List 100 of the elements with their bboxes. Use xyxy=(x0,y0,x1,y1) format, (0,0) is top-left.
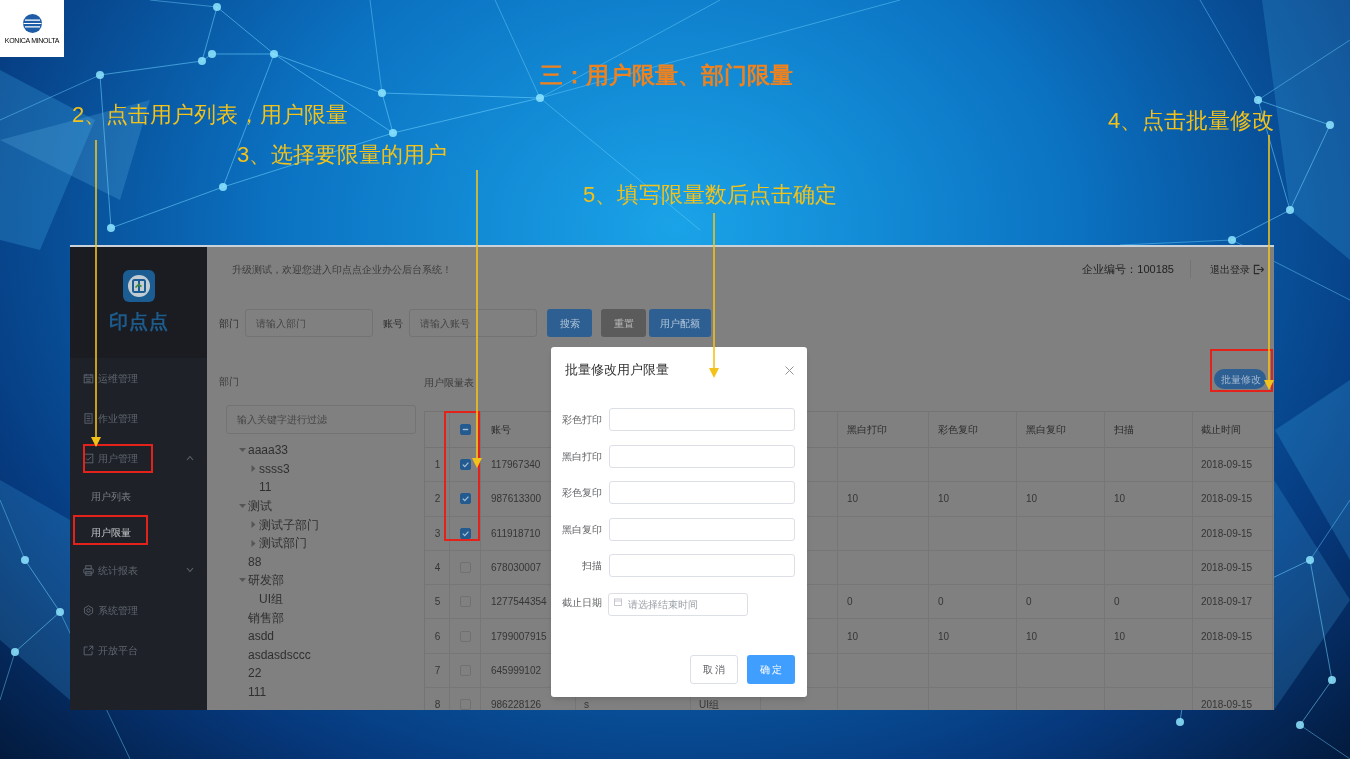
network-node-dot xyxy=(219,183,227,191)
tree-node[interactable]: 销售部 xyxy=(248,610,284,625)
table-cell-text: 645999102 xyxy=(491,663,542,678)
caret-icon[interactable] xyxy=(249,539,257,547)
tree-node[interactable]: 22 xyxy=(248,666,262,681)
network-node-dot xyxy=(208,50,216,58)
tree-node[interactable]: 测试子部门 xyxy=(259,517,319,532)
field-label: 扫描 xyxy=(581,559,602,573)
menu-item[interactable]: 系统管理 xyxy=(70,590,207,630)
field-label: 彩色打印 xyxy=(562,413,602,427)
text-input[interactable] xyxy=(609,554,795,577)
caret-icon[interactable] xyxy=(238,446,246,454)
field-label: 黑白复印 xyxy=(562,522,602,537)
date-field[interactable]: 请选择结束时间 xyxy=(608,592,748,616)
row-number: 8 xyxy=(434,698,441,710)
menu-item[interactable]: 作业管理 xyxy=(70,398,207,438)
cancel-button[interactable]: 取 消 xyxy=(690,655,738,684)
table-cell-text: 10 xyxy=(847,629,859,644)
row-number: 4 xyxy=(434,561,441,576)
row-number: 6 xyxy=(434,629,441,644)
menu-item[interactable]: 运维管理 xyxy=(70,358,207,398)
tree-node[interactable]: aaaa33 xyxy=(248,443,289,458)
table-cell-text: 2018-09-15 xyxy=(1201,492,1253,507)
table-cell-text: 1277544354 xyxy=(491,595,547,610)
confirm-button[interactable]: 确 定 xyxy=(747,655,795,684)
step-annotation: 2、点击用户列表，用户限量 xyxy=(72,101,349,129)
toolbar-button[interactable]: 用户配额 xyxy=(649,309,711,337)
tree-node[interactable]: UI组 xyxy=(259,592,283,607)
toolbar-button[interactable]: 搜索 xyxy=(547,309,592,337)
tree-node[interactable]: 测试部门 xyxy=(259,536,307,551)
chevron-icon xyxy=(186,567,194,573)
step-annotation: 5、填写限量数后点击确定 xyxy=(583,181,838,209)
table-cell-text: 10 xyxy=(1114,492,1126,507)
table-cell-text: 10 xyxy=(847,492,859,507)
network-node-dot xyxy=(1328,676,1336,684)
tree-node[interactable]: 11 xyxy=(259,480,272,495)
checkbox[interactable] xyxy=(460,424,471,435)
caret-icon[interactable] xyxy=(238,576,246,584)
table-cell-text: 2018-09-15 xyxy=(1201,561,1253,576)
caret-icon[interactable] xyxy=(249,465,257,473)
batch-edit-button[interactable]: 批量修改 xyxy=(1214,369,1266,389)
square-arrow-icon xyxy=(83,644,94,656)
checkbox[interactable] xyxy=(460,699,471,710)
calendar-icon xyxy=(83,372,94,384)
table-cell-text: 0 xyxy=(1114,595,1120,610)
table-cell-text: 0 xyxy=(1026,595,1032,610)
chevron-icon xyxy=(186,455,194,461)
network-node-dot xyxy=(1306,556,1314,564)
network-node-dot xyxy=(56,608,64,616)
menu-item[interactable]: 统计报表 xyxy=(70,550,207,590)
checkbox[interactable] xyxy=(460,493,471,505)
submenu-item[interactable]: 用户列表 xyxy=(70,478,207,514)
tree-node[interactable]: asdasdsccc xyxy=(248,647,311,662)
tree-node[interactable]: 88 xyxy=(248,554,262,569)
caret-icon[interactable] xyxy=(238,502,246,510)
column-header: 黑白复印 xyxy=(1026,423,1066,437)
logout-icon xyxy=(1253,263,1264,275)
row-number: 5 xyxy=(434,595,441,610)
table-cell-text: 611918710 xyxy=(491,526,541,541)
menu-item[interactable]: 用户管理 xyxy=(70,438,207,478)
table-cell-text: 10 xyxy=(1026,629,1038,644)
tree-node[interactable]: 测试 xyxy=(248,499,272,514)
toolbar-button[interactable]: 重置 xyxy=(601,309,646,337)
table-cell-text: 2018-09-15 xyxy=(1201,629,1253,644)
network-node-dot xyxy=(1326,121,1334,129)
table-cell-text: 2018-09-15 xyxy=(1201,698,1253,710)
tree-node[interactable]: 111 xyxy=(248,685,267,699)
globe-logo-icon xyxy=(22,14,42,33)
menu-item[interactable]: 开放平台 xyxy=(70,630,207,670)
table-cell-text: s xyxy=(584,698,589,710)
table-cell-text: 10 xyxy=(1114,629,1126,644)
text-input[interactable] xyxy=(609,517,795,541)
network-node-dot xyxy=(213,3,221,11)
field-label: 截止日期 xyxy=(562,595,602,610)
tree-node[interactable]: ssss3 xyxy=(259,461,290,476)
caret-icon[interactable] xyxy=(249,521,257,529)
text-input[interactable] xyxy=(609,408,795,431)
network-node-dot xyxy=(1254,96,1262,104)
network-node-dot xyxy=(536,94,544,102)
table-cell-text: 1799007915 xyxy=(491,629,547,644)
gear-icon xyxy=(83,604,94,616)
network-node-dot xyxy=(270,50,278,58)
table-cell-text: 10 xyxy=(938,629,950,644)
close-icon[interactable] xyxy=(785,365,794,375)
network-node-dot xyxy=(21,556,29,564)
text-input[interactable] xyxy=(609,481,795,504)
checkbox[interactable] xyxy=(460,459,471,471)
table-cell-text: 117967340 xyxy=(491,458,541,473)
tree-node[interactable]: asdd xyxy=(248,629,275,644)
app-logo-icon xyxy=(122,270,155,302)
network-node-dot xyxy=(389,129,397,137)
text-input[interactable] xyxy=(609,444,795,468)
document-icon xyxy=(83,412,94,424)
tree-node[interactable]: 研发部 xyxy=(248,573,284,588)
submenu-item[interactable]: 用户限量 xyxy=(70,514,207,550)
column-header: 彩色复印 xyxy=(938,423,978,437)
checkbox[interactable] xyxy=(460,527,471,539)
network-node-dot xyxy=(96,71,104,79)
printer-icon xyxy=(83,564,94,576)
logout-link[interactable]: 退出登录 xyxy=(1210,261,1264,277)
